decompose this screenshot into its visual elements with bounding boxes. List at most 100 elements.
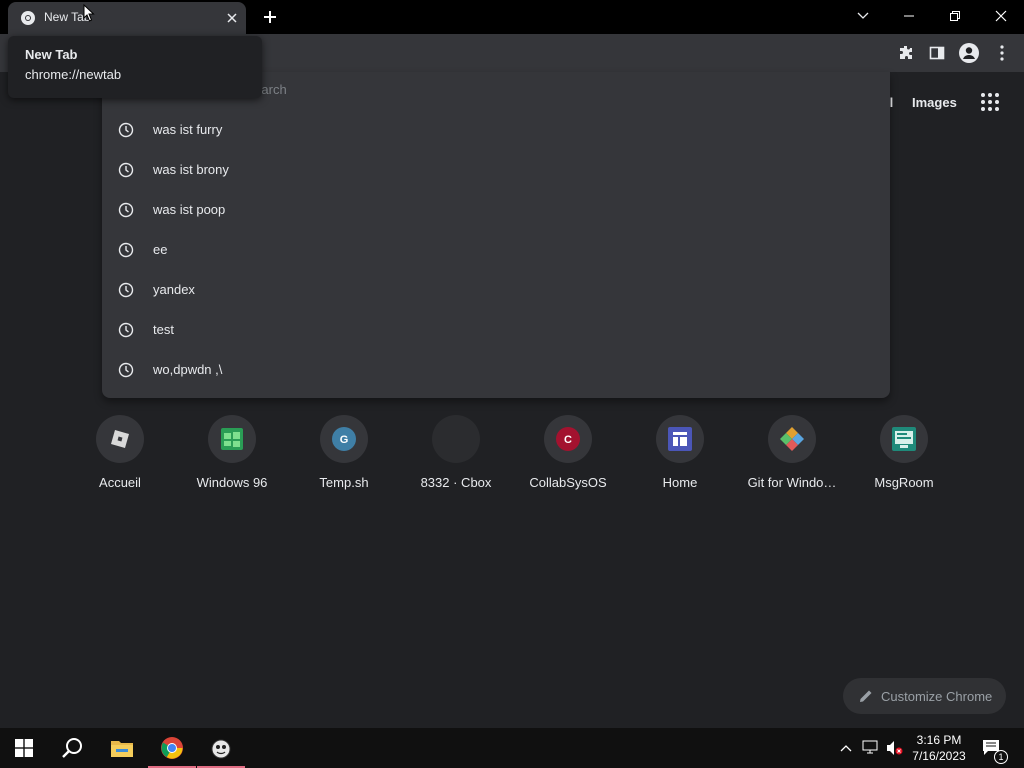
omnibox-suggestion[interactable]: ee — [102, 230, 890, 270]
taskbar-search-button[interactable] — [48, 728, 96, 768]
chrome-icon — [21, 11, 35, 25]
title-bar: New Tab — [0, 0, 1024, 34]
shortcut-icon-bg — [96, 415, 144, 463]
volume-muted-icon — [887, 741, 903, 755]
more-menu-icon — [1000, 45, 1004, 61]
tooltip-url: chrome://newtab — [25, 67, 122, 82]
file-explorer-button[interactable] — [98, 728, 146, 768]
customize-chrome-button[interactable]: Customize Chrome — [843, 678, 1006, 714]
omnibox-suggestion[interactable]: was ist brony — [102, 150, 890, 190]
show-hidden-icons-button[interactable] — [836, 738, 856, 758]
shortcut-label: 8332 · Cbox — [420, 475, 492, 490]
suggestion-text: was ist brony — [153, 162, 229, 177]
shortcut-tile[interactable]: Git for Windo… — [736, 413, 848, 503]
shortcut-tile[interactable]: MsgRoom — [848, 413, 960, 503]
tab-close-icon[interactable] — [224, 10, 240, 26]
images-link[interactable]: Images — [912, 95, 957, 110]
suggestion-text: was ist furry — [153, 122, 223, 137]
layout-icon — [668, 427, 692, 451]
extensions-button[interactable] — [894, 41, 918, 65]
plus-icon — [264, 11, 276, 23]
customize-chrome-label: Customize Chrome — [881, 688, 993, 704]
taskbar-clock[interactable]: 3:16 PM 7/16/2023 — [904, 732, 974, 764]
notification-count-badge: 1 — [994, 750, 1008, 764]
suggestion-text: was ist poop — [153, 202, 226, 217]
restore-button[interactable] — [932, 0, 978, 32]
app-icon — [211, 739, 231, 759]
chevron-up-icon — [840, 745, 852, 752]
shortcut-label: Temp.sh — [319, 475, 369, 490]
omnibox-suggestion[interactable]: wo,dpwdn ,\ — [102, 350, 890, 390]
clock-time: 3:16 PM — [916, 733, 962, 747]
file-explorer-icon — [111, 741, 133, 757]
shortcut-icon-bg — [432, 415, 480, 463]
svg-text:G: G — [340, 434, 349, 446]
windows96-icon — [221, 428, 243, 450]
omnibox-suggestion[interactable]: was ist furry — [102, 110, 890, 150]
history-clock-icon — [118, 282, 134, 298]
roblox-icon — [111, 430, 129, 448]
side-panel-icon — [929, 46, 945, 60]
app-taskbar-button[interactable] — [197, 728, 245, 768]
omnibox-suggestion[interactable]: test — [102, 310, 890, 350]
history-clock-icon — [118, 122, 134, 138]
shortcut-tile[interactable]: Accueil — [64, 413, 176, 503]
pencil-icon — [860, 690, 872, 702]
history-clock-icon — [118, 242, 134, 258]
shortcut-label: Windows 96 — [196, 475, 268, 490]
more-menu-button[interactable] — [990, 41, 1014, 65]
tab-search-button[interactable] — [840, 0, 886, 32]
new-tab-page: il Images roblox - Google Search was ist… — [0, 72, 1024, 728]
suggestion-text: wo,dpwdn ,\ — [153, 362, 223, 377]
omnibox-suggestion[interactable]: yandex — [102, 270, 890, 310]
side-panel-button[interactable] — [925, 41, 949, 65]
history-clock-icon — [118, 202, 134, 218]
volume-tray-button[interactable] — [885, 738, 905, 758]
shortcut-icon-bg: C — [544, 415, 592, 463]
windows-start-icon — [15, 739, 33, 757]
start-button[interactable] — [0, 728, 48, 768]
chrome-taskbar-button[interactable] — [148, 728, 196, 768]
shortcut-icon-bg — [768, 415, 816, 463]
shortcut-tile[interactable]: G Temp.sh — [288, 413, 400, 503]
shortcut-tile[interactable]: C CollabSysOS — [512, 413, 624, 503]
shortcut-icon-bg — [880, 415, 928, 463]
suggestion-text: ee — [153, 242, 168, 257]
svg-text:C: C — [564, 434, 572, 446]
omnibox-suggestions-dropdown: roblox - Google Search was ist furry was… — [102, 72, 890, 398]
git-diamond-icon — [780, 427, 804, 451]
letter-g-icon: G — [332, 427, 356, 451]
shortcut-tile[interactable]: Home — [624, 413, 736, 503]
shortcut-icon-bg — [656, 415, 704, 463]
history-clock-icon — [118, 162, 134, 178]
shortcut-label: Accueil — [99, 475, 141, 490]
shortcut-label: Home — [662, 475, 698, 490]
history-clock-icon — [118, 362, 134, 378]
new-tab-button[interactable] — [258, 6, 282, 28]
shortcut-icon-bg — [208, 415, 256, 463]
minimize-button[interactable] — [886, 0, 932, 32]
suggestion-text: yandex — [153, 282, 195, 297]
tab-new-tab[interactable]: New Tab — [8, 2, 246, 34]
tooltip-title: New Tab — [25, 47, 78, 62]
shortcut-icon-bg: G — [320, 415, 368, 463]
extensions-icon — [900, 46, 912, 59]
profile-icon — [959, 43, 979, 63]
search-icon — [62, 738, 82, 758]
tab-tooltip: New Tab chrome://newtab — [8, 36, 262, 98]
shortcut-tile[interactable]: Windows 96 — [176, 413, 288, 503]
profile-button[interactable] — [957, 41, 981, 65]
suggestion-text: test — [153, 322, 174, 337]
shortcut-label: Git for Windo… — [747, 475, 837, 490]
google-apps-icon[interactable] — [980, 92, 1000, 112]
chrome-icon — [161, 737, 183, 759]
letter-c-icon: C — [556, 427, 580, 451]
close-window-button[interactable] — [978, 0, 1024, 32]
msgroom-icon — [892, 427, 916, 451]
network-icon — [862, 740, 878, 754]
network-tray-button[interactable] — [861, 738, 881, 758]
shortcut-tile[interactable]: 8332 · Cbox — [400, 413, 512, 503]
clock-date: 7/16/2023 — [912, 749, 966, 763]
restore-icon — [950, 11, 960, 21]
omnibox-suggestion[interactable]: was ist poop — [102, 190, 890, 230]
